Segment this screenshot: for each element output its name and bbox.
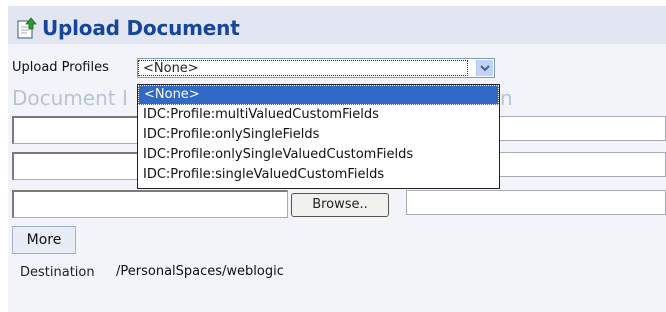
destination-value: /PersonalSpaces/weblogic <box>116 264 284 279</box>
dropdown-option-onlysinglevalued[interactable]: IDC:Profile:onlySingleValuedCustomFields <box>138 145 499 165</box>
description-input[interactable] <box>12 152 152 180</box>
browse-button[interactable]: Browse.. <box>291 193 389 217</box>
dropdown-option-onlysingle[interactable]: IDC:Profile:onlySingleFields <box>138 125 499 145</box>
more-button[interactable]: More <box>12 226 76 254</box>
page-title-text: Upload Document <box>42 16 240 40</box>
file-path-input[interactable] <box>12 190 288 218</box>
title-input[interactable] <box>12 116 152 144</box>
upload-profiles-selected-value[interactable]: <None> <box>138 60 468 76</box>
dropdown-option-singlevalued[interactable]: IDC:Profile:singleValuedCustomFields <box>138 165 499 185</box>
document-information-heading-tail: n <box>500 86 513 110</box>
dropdown-option-none[interactable]: <None> <box>138 85 499 105</box>
chevron-down-icon[interactable] <box>476 60 493 76</box>
document-information-heading: Document I <box>12 86 128 110</box>
upload-profiles-dropdown-list[interactable]: <None> IDC:Profile:multiValuedCustomFiel… <box>137 84 500 189</box>
page-title: Upload Document <box>14 14 240 42</box>
upload-document-page: Upload Document Upload Profiles <None> D… <box>0 0 666 312</box>
extra-input[interactable] <box>406 190 666 215</box>
title-input-right[interactable] <box>495 116 666 141</box>
dropdown-option-multivalued[interactable]: IDC:Profile:multiValuedCustomFields <box>138 105 499 125</box>
description-input-right[interactable] <box>495 152 666 177</box>
upload-profiles-label: Upload Profiles <box>12 60 109 75</box>
upload-profiles-select[interactable]: <None> <box>137 58 495 78</box>
document-upload-icon <box>14 16 38 40</box>
destination-label: Destination <box>20 265 95 280</box>
